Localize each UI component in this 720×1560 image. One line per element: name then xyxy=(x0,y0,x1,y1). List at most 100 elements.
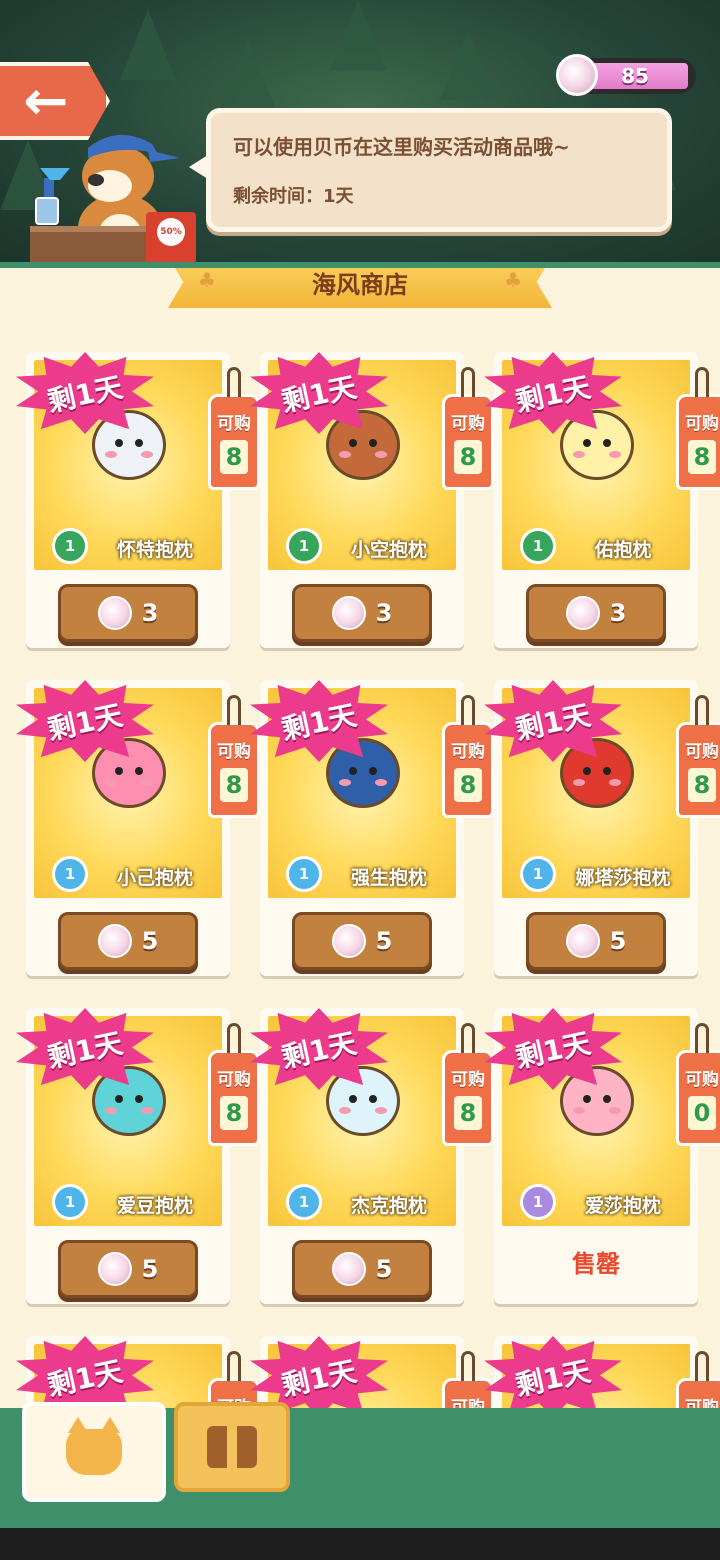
pet-eye xyxy=(115,767,123,775)
shop-item-card[interactable]: 1 娜塔莎抱枕 可购 8 剩1天 5 xyxy=(484,680,720,976)
shop-item-card[interactable]: 1 怀特抱枕 可购 8 剩1天 3 xyxy=(16,352,260,648)
pet-eye xyxy=(583,439,591,447)
remaining-time: 剩余时间：1天 xyxy=(233,186,354,207)
pet-blush xyxy=(573,1107,585,1114)
purchase-limit-tag: 可购 8 xyxy=(208,1023,260,1146)
pet-eye xyxy=(583,767,591,775)
shell-coin-icon xyxy=(331,924,366,958)
level-badge: 1 xyxy=(520,1184,556,1220)
pet-blush xyxy=(609,1107,621,1114)
remaining-count: 8 xyxy=(454,440,482,474)
speech-message: 可以使用贝币在这里购买活动商品哦~ xyxy=(233,135,570,159)
buy-button[interactable]: 5 xyxy=(58,912,198,970)
days-left-label: 剩1天 xyxy=(278,370,360,419)
shop-item-card[interactable]: 1 强生抱枕 可购 8 剩1天 5 xyxy=(250,680,494,976)
buy-button[interactable]: 5 xyxy=(58,1240,198,1298)
buy-label: 可购 xyxy=(685,742,719,762)
remaining-count: 8 xyxy=(688,768,716,802)
tab-gifts[interactable] xyxy=(174,1402,290,1492)
buy-button[interactable]: 3 xyxy=(292,584,432,642)
price-value: 5 xyxy=(375,927,393,955)
buy-button[interactable]: 5 xyxy=(292,1240,432,1298)
buy-button[interactable]: 3 xyxy=(58,584,198,642)
pet-eye xyxy=(369,1095,377,1103)
shell-coin-icon xyxy=(556,54,598,96)
cat-icon xyxy=(66,1417,122,1475)
pet-eye xyxy=(603,1095,611,1103)
remaining-count: 8 xyxy=(220,440,248,474)
sale-badge: 50% OFF xyxy=(157,218,185,265)
tag-hook xyxy=(461,367,475,397)
shop-title-ribbon: ♣ 海风商店 ♣ xyxy=(168,268,552,308)
shop-item-card[interactable]: 1 小空抱枕 可购 8 剩1天 3 xyxy=(250,352,494,648)
buy-button[interactable]: 5 xyxy=(526,912,666,970)
purchase-limit-tag: 可购 xyxy=(676,1351,720,1412)
item-name: 娜塔莎抱枕 xyxy=(575,867,671,889)
pet-blush xyxy=(105,451,117,458)
shop-item-card[interactable]: 可购 剩1天 xyxy=(250,1336,494,1412)
tag-hook xyxy=(695,695,709,725)
pet-blush xyxy=(573,451,585,458)
remaining-count: 8 xyxy=(220,768,248,802)
purchase-limit-tag: 可购 8 xyxy=(442,695,494,818)
level-badge: 1 xyxy=(52,856,88,892)
price-value: 5 xyxy=(609,927,627,955)
purchase-limit-tag: 可购 8 xyxy=(208,367,260,490)
tree-decoration xyxy=(120,10,176,80)
tag-hook xyxy=(695,367,709,397)
item-name: 杰克抱枕 xyxy=(350,1195,427,1217)
days-left-label: 剩1天 xyxy=(278,698,360,747)
pet-eye xyxy=(369,439,377,447)
buy-button[interactable]: 3 xyxy=(526,584,666,642)
days-left-label: 剩1天 xyxy=(512,1026,594,1075)
shell-coin-icon xyxy=(565,924,600,958)
days-left-label: 剩1天 xyxy=(44,370,126,419)
pet-blush xyxy=(141,451,153,458)
shell-coin-icon xyxy=(565,596,600,630)
pet-eye xyxy=(115,1095,123,1103)
pet-eye xyxy=(603,767,611,775)
purchase-limit-tag: 可购 xyxy=(442,1351,494,1412)
shop-item-card[interactable]: 1 爱豆抱枕 可购 8 剩1天 5 xyxy=(16,1008,260,1304)
purchase-limit-tag: 可购 8 xyxy=(208,695,260,818)
buy-label: 可购 xyxy=(217,1070,251,1090)
remaining-count: 8 xyxy=(220,1096,248,1130)
shop-item-card[interactable]: 1 爱莎抱枕 可购 0 剩1天 售罄 xyxy=(484,1008,720,1304)
buy-label: 可购 xyxy=(451,1070,485,1090)
tree-decoration xyxy=(330,0,386,70)
price-value: 5 xyxy=(141,1255,159,1283)
tag-hook xyxy=(227,1351,241,1381)
item-name: 强生抱枕 xyxy=(350,867,427,889)
pet-eye xyxy=(349,767,357,775)
purchase-limit-tag: 可购 8 xyxy=(676,367,720,490)
days-left-label: 剩1天 xyxy=(44,698,126,747)
shop-item-card[interactable]: 1 佑抱枕 可购 8 剩1天 3 xyxy=(484,352,720,648)
pet-blush xyxy=(105,779,117,786)
price-value: 3 xyxy=(141,599,159,627)
item-name: 爱豆抱枕 xyxy=(116,1195,193,1217)
pet-blush xyxy=(375,1107,387,1114)
tag-hook xyxy=(227,695,241,725)
shell-coin-icon xyxy=(97,924,132,958)
buy-label: 可购 xyxy=(217,742,251,762)
pet-eye xyxy=(369,767,377,775)
pet-blush xyxy=(339,1107,351,1114)
days-left-label: 剩1天 xyxy=(512,698,594,747)
pet-blush xyxy=(375,779,387,786)
level-badge: 1 xyxy=(286,528,322,564)
shop-item-card[interactable]: 可购剩1天 xyxy=(16,1336,260,1412)
pet-blush xyxy=(339,451,351,458)
days-left-label: 剩1天 xyxy=(278,1354,360,1403)
tab-pets[interactable] xyxy=(22,1402,166,1502)
item-grid: 1 怀特抱枕 可购 8 剩1天 3 1 小空抱枕 可购 8 剩1天 3 1 佑抱枕 可购 8 剩1天 3 1 小己抱枕… xyxy=(0,268,720,1412)
remaining-count: 0 xyxy=(688,1096,716,1130)
price-value: 5 xyxy=(375,1255,393,1283)
shell-coin-icon xyxy=(331,1252,366,1286)
shop-item-card[interactable]: 1 杰克抱枕 可购 8 剩1天 5 xyxy=(250,1008,494,1304)
buy-button[interactable]: 5 xyxy=(292,912,432,970)
price-value: 3 xyxy=(609,599,627,627)
shop-item-card[interactable]: 1 小己抱枕 可购 8 剩1天 5 xyxy=(16,680,260,976)
purchase-limit-tag: 可购 8 xyxy=(442,367,494,490)
shop-item-card[interactable]: 可购剩1天 xyxy=(484,1336,720,1412)
level-badge: 1 xyxy=(286,856,322,892)
